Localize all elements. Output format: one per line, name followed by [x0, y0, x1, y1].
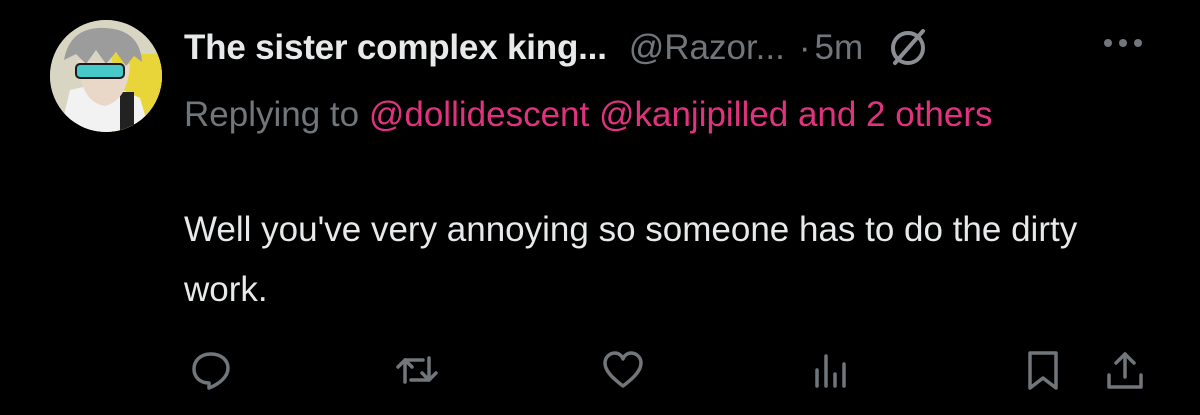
- more-options-icon[interactable]: [1100, 30, 1146, 56]
- tweet[interactable]: The sister complex king... @Razor... · 5…: [0, 0, 1200, 415]
- avatar[interactable]: [50, 20, 162, 132]
- heart-icon: [603, 351, 643, 388]
- separator-dot: ·: [798, 28, 811, 67]
- action-bar: [0, 345, 1200, 401]
- timestamp[interactable]: 5m: [815, 28, 864, 68]
- bookmark-icon: [1028, 351, 1058, 390]
- mention-link[interactable]: @kanjipilled: [599, 95, 788, 134]
- replying-to-line: Replying to @dollidescent @kanjipilled a…: [184, 85, 1084, 145]
- mention-link[interactable]: @dollidescent: [369, 95, 589, 134]
- reply-icon: [192, 352, 230, 390]
- tweet-header: The sister complex king... @Razor... · 5…: [184, 20, 931, 76]
- analytics-icon: [815, 354, 846, 388]
- share-icon: [1107, 352, 1143, 389]
- verified-badge-icon[interactable]: [885, 25, 931, 71]
- retweet-icon: [396, 356, 438, 384]
- retweet-button[interactable]: [392, 345, 442, 395]
- user-handle[interactable]: @Razor...: [629, 28, 785, 68]
- views-button[interactable]: [806, 345, 856, 395]
- tweet-text: Well you've very annoying so someone has…: [184, 210, 1078, 309]
- share-button[interactable]: [1100, 345, 1150, 395]
- like-button[interactable]: [598, 345, 648, 395]
- display-name[interactable]: The sister complex king...: [184, 28, 607, 68]
- others-link[interactable]: and 2 others: [798, 95, 993, 134]
- replying-to-label: Replying to: [184, 95, 360, 134]
- bookmark-button[interactable]: [1018, 345, 1068, 395]
- reply-button[interactable]: [186, 345, 236, 395]
